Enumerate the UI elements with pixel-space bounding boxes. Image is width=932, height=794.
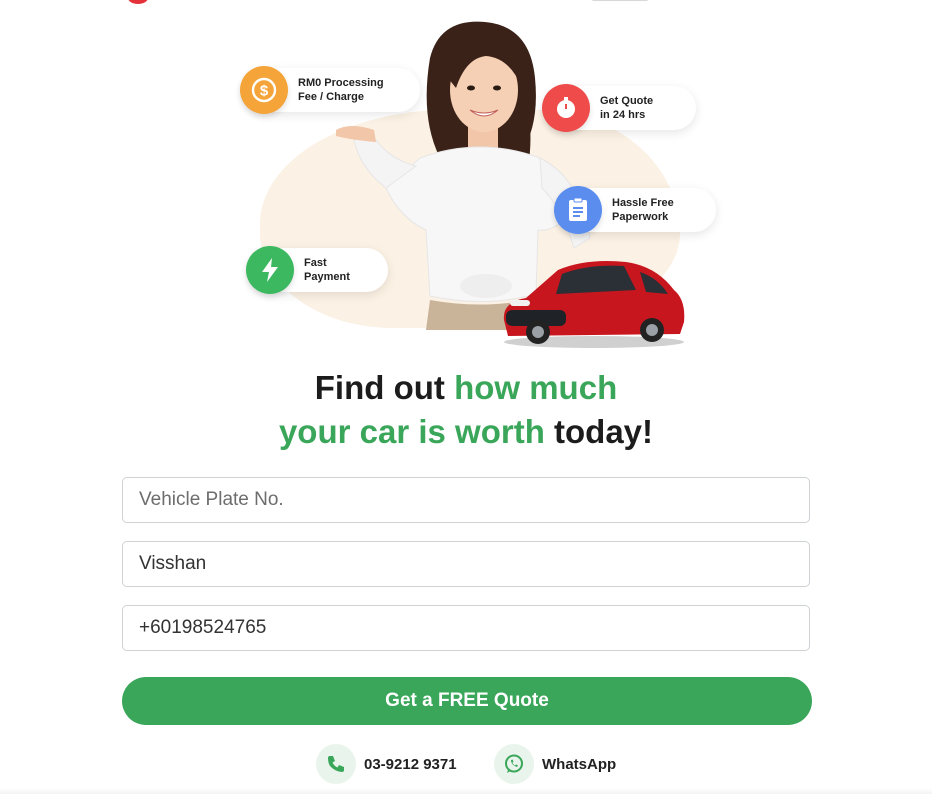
vehicle-plate-input[interactable]: [122, 477, 810, 523]
phone-icon: [316, 744, 356, 784]
phone-input[interactable]: [122, 605, 810, 651]
top-edge-decoration: [128, 0, 148, 4]
headline-part1: Find out: [314, 369, 455, 406]
whatsapp-contact-link[interactable]: WhatsApp: [494, 744, 616, 784]
phone-contact-link[interactable]: 03-9212 9371: [316, 744, 457, 784]
footer-edge: [0, 788, 932, 794]
badge-paperwork-label: Hassle Free Paperwork: [612, 197, 674, 223]
whatsapp-text: WhatsApp: [542, 755, 617, 773]
dollar-icon: $: [240, 66, 288, 114]
phone-number-text: 03-9212 9371: [364, 755, 457, 773]
headline-part2: how much: [454, 369, 618, 406]
top-edge-divider: [592, 0, 648, 1]
badge-quote-time-label: Get Quote in 24 hrs: [600, 95, 654, 121]
car-illustration: [503, 261, 685, 348]
document-icon: [554, 186, 602, 234]
headline-part3: your car is worth: [278, 413, 545, 450]
badge-quote-time: Get Quote in 24 hrs: [542, 84, 696, 132]
lightning-icon: [246, 246, 294, 294]
get-free-quote-button[interactable]: Get a FREE Quote: [122, 677, 812, 725]
badge-fast-payment: Fast Payment: [246, 246, 388, 294]
name-input[interactable]: [122, 541, 810, 587]
badge-processing-fee: $ RM0 Processing Fee / Charge: [240, 66, 420, 114]
whatsapp-icon: [494, 744, 534, 784]
badge-fast-payment-label: Fast Payment: [304, 257, 350, 283]
svg-text:$: $: [260, 83, 269, 100]
badge-paperwork: Hassle Free Paperwork: [554, 186, 716, 234]
page-headline: Find out how much your car is worth toda…: [0, 366, 932, 454]
stopwatch-icon: [542, 84, 590, 132]
badge-processing-fee-label: RM0 Processing Fee / Charge: [298, 77, 384, 103]
hero-illustration: $ RM0 Processing Fee / Charge Get Quote …: [240, 18, 716, 348]
headline-part4: today!: [544, 413, 654, 450]
